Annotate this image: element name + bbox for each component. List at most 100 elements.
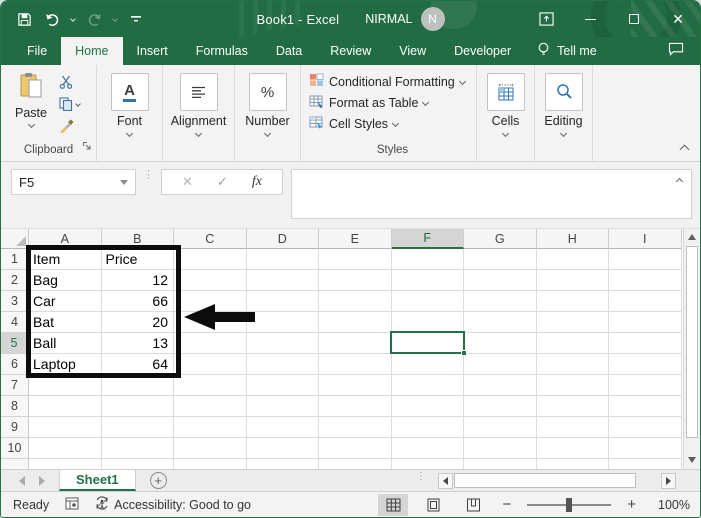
next-sheet-icon[interactable]	[39, 475, 45, 486]
cell-C9[interactable]	[174, 417, 247, 438]
cells-dropdown-icon[interactable]	[501, 129, 510, 138]
cell-G7[interactable]	[464, 375, 537, 396]
sheet-tab-sheet1[interactable]: Sheet1	[59, 470, 136, 491]
undo-icon[interactable]	[43, 10, 61, 28]
tab-developer[interactable]: Developer	[440, 37, 525, 65]
group-editing[interactable]: Editing	[535, 65, 593, 161]
normal-view-button[interactable]	[378, 493, 409, 516]
enter-icon[interactable]: ✓	[217, 174, 228, 190]
format-as-table-button[interactable]: Format as Table	[309, 92, 476, 113]
cell-D1[interactable]	[246, 249, 319, 270]
cell-H7[interactable]	[536, 375, 609, 396]
customize-qat-icon[interactable]	[127, 10, 145, 28]
scroll-right-icon[interactable]	[661, 473, 676, 489]
tab-review[interactable]: Review	[316, 37, 385, 65]
column-header-C[interactable]: C	[174, 229, 247, 249]
comments-icon[interactable]	[668, 42, 684, 61]
cell-G10[interactable]	[464, 438, 537, 459]
cell-styles-dropdown-icon[interactable]	[392, 119, 400, 128]
cell-F8[interactable]	[391, 396, 464, 417]
cell-F4[interactable]	[391, 312, 464, 333]
cell-G9[interactable]	[464, 417, 537, 438]
format-painter-button[interactable]	[59, 118, 80, 134]
cell-G1[interactable]	[464, 249, 537, 270]
cell-I5[interactable]	[609, 333, 682, 354]
cell-E5[interactable]	[319, 333, 392, 354]
editing-dropdown-icon[interactable]	[559, 129, 568, 138]
cell-C7[interactable]	[174, 375, 247, 396]
cell-G5[interactable]	[464, 333, 537, 354]
cell-A9[interactable]	[29, 417, 102, 438]
cell-E1[interactable]	[319, 249, 392, 270]
cell-D2[interactable]	[246, 270, 319, 291]
conditional-formatting-button[interactable]: Conditional Formatting	[309, 71, 476, 92]
cell-I9[interactable]	[609, 417, 682, 438]
cell-F3[interactable]	[391, 291, 464, 312]
cell-B2[interactable]: 12	[101, 270, 174, 291]
cell-G4[interactable]	[464, 312, 537, 333]
column-header-H[interactable]: H	[536, 229, 609, 249]
vertical-scrollbar[interactable]	[683, 229, 700, 469]
horizontal-scroll-thumb[interactable]	[454, 473, 636, 488]
cell-E9[interactable]	[319, 417, 392, 438]
cell-B5[interactable]: 13	[101, 333, 174, 354]
zoom-in-button[interactable]: +	[623, 496, 640, 513]
cell-B9[interactable]	[101, 417, 174, 438]
cell-D5[interactable]	[246, 333, 319, 354]
cell-D10[interactable]	[246, 438, 319, 459]
cell-I7[interactable]	[609, 375, 682, 396]
cell-D6[interactable]	[246, 354, 319, 375]
cell-A7[interactable]	[29, 375, 102, 396]
cell-H1[interactable]	[536, 249, 609, 270]
save-icon[interactable]	[15, 10, 33, 28]
cell-F1[interactable]	[391, 249, 464, 270]
cell-B1[interactable]: Price	[101, 249, 174, 270]
close-button[interactable]: ✕	[656, 1, 700, 37]
cell-F2[interactable]	[391, 270, 464, 291]
cell-A1[interactable]: Item	[29, 249, 102, 270]
cell-F6[interactable]	[391, 354, 464, 375]
conditional-formatting-dropdown-icon[interactable]	[458, 77, 466, 86]
group-alignment[interactable]: Alignment	[163, 65, 235, 161]
cell-E4[interactable]	[319, 312, 392, 333]
cell-I2[interactable]	[609, 270, 682, 291]
cell-D4[interactable]	[246, 312, 319, 333]
scroll-down-icon[interactable]	[684, 452, 700, 468]
undo-dropdown-icon[interactable]	[70, 16, 76, 22]
column-header-I[interactable]: I	[609, 229, 682, 249]
insert-function-icon[interactable]: fx	[252, 174, 262, 190]
alignment-dropdown-icon[interactable]	[194, 129, 203, 138]
cell-B7[interactable]	[101, 375, 174, 396]
cell-G2[interactable]	[464, 270, 537, 291]
cell-G6[interactable]	[464, 354, 537, 375]
cell-B10[interactable]	[101, 438, 174, 459]
cell-H6[interactable]	[536, 354, 609, 375]
cell-C10[interactable]	[174, 438, 247, 459]
paste-dropdown-icon[interactable]	[27, 120, 35, 129]
cell-I10[interactable]	[609, 438, 682, 459]
cell-H5[interactable]	[536, 333, 609, 354]
row-header-5[interactable]: 5	[1, 333, 29, 354]
cell-D3[interactable]	[246, 291, 319, 312]
avatar[interactable]: N	[420, 7, 445, 31]
column-header-F[interactable]: F	[391, 229, 464, 249]
cell-C2[interactable]	[174, 270, 247, 291]
cell-I11[interactable]	[609, 459, 682, 469]
cell-D11[interactable]	[246, 459, 319, 469]
cell-C11[interactable]	[174, 459, 247, 469]
cell-A10[interactable]	[29, 438, 102, 459]
copy-dropdown-icon[interactable]	[75, 101, 81, 107]
cell-E2[interactable]	[319, 270, 392, 291]
cell-H11[interactable]	[536, 459, 609, 469]
row-header-2[interactable]: 2	[1, 270, 29, 291]
account-area[interactable]: NIRMAL N	[365, 7, 445, 31]
number-dropdown-icon[interactable]	[263, 129, 272, 138]
cell-F11[interactable]	[391, 459, 464, 469]
page-layout-view-button[interactable]	[418, 494, 448, 516]
cell-D9[interactable]	[246, 417, 319, 438]
scroll-up-icon[interactable]	[684, 229, 700, 245]
cell-A3[interactable]: Car	[29, 291, 102, 312]
row-header-9[interactable]: 9	[1, 417, 29, 438]
scroll-left-icon[interactable]	[438, 473, 453, 489]
ribbon-display-options-icon[interactable]	[524, 1, 568, 37]
